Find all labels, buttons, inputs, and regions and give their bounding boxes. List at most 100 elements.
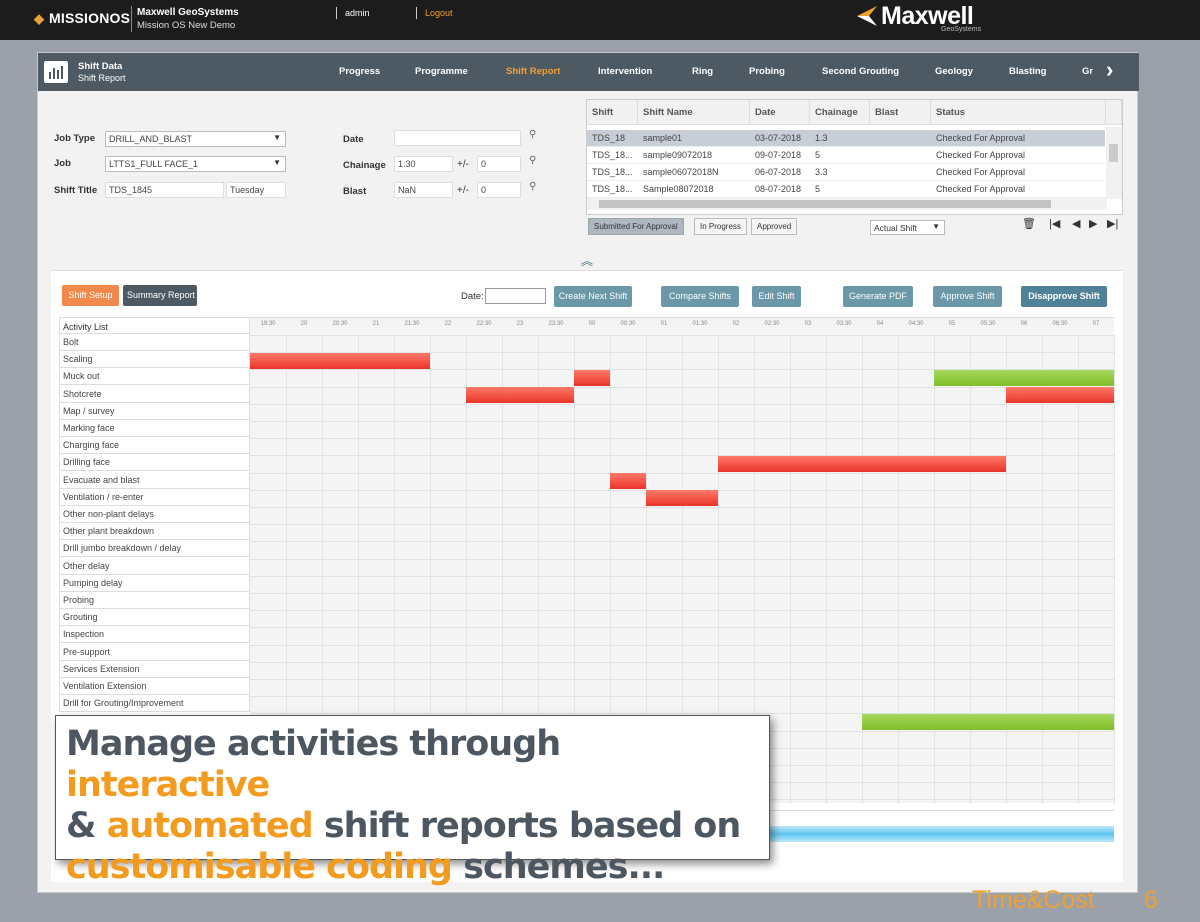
column-header[interactable]: Shift bbox=[587, 100, 638, 125]
caption-line-3: customisable coding schemes... bbox=[66, 847, 759, 888]
search-icon[interactable]: ⚲ bbox=[529, 129, 536, 140]
tab-shift-report[interactable]: Shift Report bbox=[506, 66, 560, 77]
activity-bar[interactable] bbox=[610, 473, 646, 490]
tab-intervention[interactable]: Intervention bbox=[598, 66, 652, 77]
caption-line-1: Manage activities through interactive bbox=[66, 724, 759, 806]
plus-minus-label: +/- bbox=[457, 185, 469, 196]
activity-bar[interactable] bbox=[646, 490, 718, 507]
shift-title-input[interactable]: TDS_1845 bbox=[105, 182, 224, 198]
previous-page-icon[interactable]: ◀ bbox=[1072, 217, 1080, 230]
grid-line bbox=[250, 472, 1114, 474]
search-icon[interactable]: ⚲ bbox=[529, 181, 536, 192]
grid-line bbox=[898, 335, 899, 804]
grid-line bbox=[790, 335, 791, 804]
divider bbox=[416, 7, 417, 19]
grid-line bbox=[250, 627, 1114, 629]
plus-minus-label: +/- bbox=[457, 159, 469, 170]
activity-bar[interactable] bbox=[1006, 387, 1114, 404]
actual-shift-select[interactable]: Actual Shift ▼ bbox=[870, 220, 945, 235]
column-header[interactable]: Blast bbox=[870, 100, 931, 125]
create-next-shift-button[interactable]: Create Next Shift bbox=[554, 286, 632, 307]
shift-setup-button[interactable]: Shift Setup bbox=[62, 285, 119, 306]
date-input[interactable] bbox=[394, 130, 521, 146]
activity-bar[interactable] bbox=[250, 352, 430, 369]
activity-row-label: Ventilation / re-enter bbox=[59, 488, 250, 506]
grid-line bbox=[250, 386, 1114, 388]
submitted-for-approval-button[interactable]: Submitted For Approval bbox=[588, 218, 684, 235]
generate-pdf-button[interactable]: Generate PDF bbox=[843, 286, 913, 307]
approved-button[interactable]: Approved bbox=[751, 218, 798, 235]
next-page-icon[interactable]: ▶ bbox=[1089, 217, 1097, 230]
grid-line bbox=[826, 335, 827, 804]
blast-label: Blast bbox=[343, 186, 367, 197]
chevron-right-icon[interactable]: › bbox=[1106, 57, 1113, 83]
activity-row-label: Drill for Grouting/Improvement bbox=[59, 695, 250, 713]
activity-row-label: Scaling bbox=[59, 351, 250, 369]
activity-bar[interactable] bbox=[466, 387, 574, 404]
time-tick-label: 19:30 bbox=[260, 321, 276, 327]
table-row[interactable]: TDS_18... sample06072018N 06-07-2018 3.3… bbox=[587, 164, 1105, 181]
approve-shift-button[interactable]: Approve Shift bbox=[933, 286, 1002, 307]
scrollbar-thumb[interactable] bbox=[599, 200, 1051, 208]
time-tick-label: 05:30 bbox=[980, 321, 996, 327]
time-tick-label: 03 bbox=[804, 321, 812, 327]
table-row[interactable]: TDS_18... sample09072018 09-07-2018 5 Ch… bbox=[587, 147, 1105, 164]
table-cell: Sample08072018 bbox=[643, 184, 714, 194]
tab-progress[interactable]: Progress bbox=[339, 66, 380, 77]
activity-bar[interactable] bbox=[862, 713, 1114, 730]
time-tick-label: 03:30 bbox=[836, 321, 852, 327]
date-input[interactable] bbox=[485, 288, 546, 304]
blast-tolerance-input[interactable]: 0 bbox=[477, 182, 521, 198]
job-select[interactable]: LTTS1_FULL FACE_1 ▼ bbox=[105, 156, 286, 172]
column-header[interactable]: Status bbox=[931, 100, 1106, 125]
table-cell: 08-07-2018 bbox=[755, 184, 802, 194]
summary-report-button[interactable]: Summary Report bbox=[123, 285, 197, 306]
activity-row-label: Shotcrete bbox=[59, 385, 250, 403]
last-page-icon[interactable]: ▶| bbox=[1107, 217, 1118, 230]
date-label: Date: bbox=[461, 291, 484, 302]
tab-second-grouting[interactable]: Second Grouting bbox=[822, 66, 899, 77]
tab-probing[interactable]: Probing bbox=[749, 66, 785, 77]
tab-geology[interactable]: Geology bbox=[935, 66, 973, 77]
grid-line bbox=[250, 558, 1114, 560]
shift-table: Shift Shift Name Date Chainage Blast Sta… bbox=[586, 99, 1123, 215]
grid-line bbox=[250, 438, 1114, 440]
edit-shift-button[interactable]: Edit Shift bbox=[752, 286, 801, 307]
column-header[interactable]: Chainage bbox=[810, 100, 870, 125]
tab-blasting[interactable]: Blasting bbox=[1009, 66, 1046, 77]
chainage-tolerance-input[interactable]: 0 bbox=[477, 156, 521, 172]
time-tick-label: 02:30 bbox=[764, 321, 780, 327]
collapse-up-icon[interactable]: ︽ bbox=[581, 252, 593, 269]
table-row[interactable]: TDS_18... Sample08072018 08-07-2018 5 Ch… bbox=[587, 181, 1105, 198]
scrollbar-thumb[interactable] bbox=[1109, 144, 1118, 162]
logout-link[interactable]: Logout bbox=[425, 8, 453, 18]
trash-icon[interactable]: 🗑 bbox=[1022, 217, 1036, 230]
activity-bar[interactable] bbox=[574, 369, 610, 386]
time-tick-label: 22:30 bbox=[476, 321, 492, 327]
column-header[interactable]: Date bbox=[750, 100, 810, 125]
activity-bar[interactable] bbox=[718, 455, 1006, 472]
grid-line bbox=[250, 575, 1114, 577]
caption-highlight: customisable coding bbox=[66, 847, 453, 887]
disapprove-shift-button[interactable]: Disapprove Shift bbox=[1021, 286, 1107, 307]
column-header[interactable]: Shift Name bbox=[638, 100, 750, 125]
chainage-input[interactable]: 1.30 bbox=[394, 156, 453, 172]
activity-row-label: Probing bbox=[59, 592, 250, 609]
tab-programme[interactable]: Programme bbox=[415, 66, 468, 77]
first-page-icon[interactable]: |◀ bbox=[1049, 217, 1060, 230]
compare-shifts-button[interactable]: Compare Shifts bbox=[661, 286, 739, 307]
in-progress-button[interactable]: In Progress bbox=[694, 218, 747, 235]
chainage-label: Chainage bbox=[343, 160, 386, 171]
search-icon[interactable]: ⚲ bbox=[529, 155, 536, 166]
blast-input[interactable]: NaN bbox=[394, 182, 453, 198]
vertical-scrollbar[interactable] bbox=[1106, 127, 1122, 199]
tab-ring[interactable]: Ring bbox=[692, 66, 713, 77]
activity-row-label: Other delay bbox=[59, 557, 250, 575]
table-cell: Checked For Approval bbox=[936, 167, 1026, 177]
page-number: 6 bbox=[1144, 886, 1158, 914]
time-tick-label: 05 bbox=[948, 321, 956, 327]
job-type-select[interactable]: DRILL_AND_BLAST ▼ bbox=[105, 131, 286, 147]
tab-grouting[interactable]: Gr bbox=[1082, 66, 1093, 77]
table-row[interactable]: TDS_18 sample01 03-07-2018 1.3 Checked F… bbox=[587, 130, 1105, 147]
activity-bar[interactable] bbox=[934, 369, 1114, 386]
